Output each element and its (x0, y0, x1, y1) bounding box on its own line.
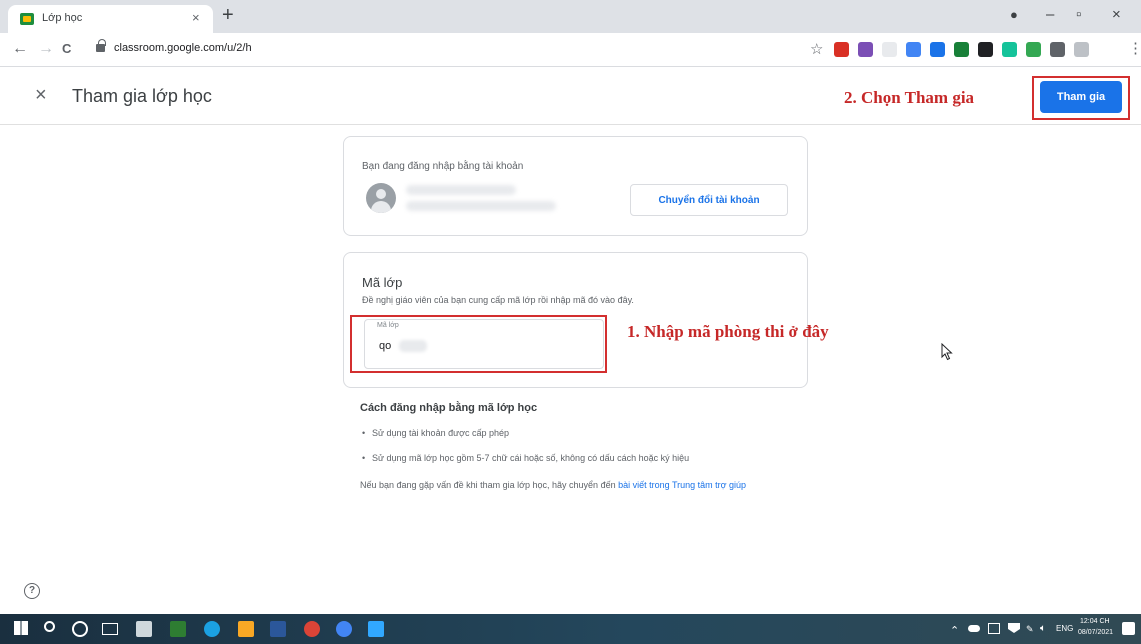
close-icon[interactable]: × (35, 85, 47, 105)
clock-time[interactable]: 12:04 CH (1080, 618, 1110, 625)
cortana-icon[interactable] (72, 621, 88, 637)
language-indicator[interactable]: ENG (1056, 624, 1073, 633)
windows-start-icon[interactable] (14, 621, 28, 635)
new-tab-icon[interactable]: + (222, 4, 234, 26)
paint-extension-icon[interactable] (954, 41, 969, 57)
browser-tab[interactable]: Lớp học × (8, 5, 213, 33)
word-icon[interactable] (270, 621, 286, 637)
profile-avatar-icon[interactable] (1074, 41, 1089, 57)
page-header: × Tham gia lớp học 2. Chọn Tham gia Tham… (0, 67, 1141, 125)
gift-extension-icon[interactable] (834, 41, 849, 57)
profile-icon[interactable]: ● (1010, 6, 1018, 24)
classroom-favicon-icon (20, 13, 34, 25)
switch-account-button[interactable]: Chuyển đổi tài khoản (630, 184, 788, 216)
clock-date[interactable]: 08/07/2021 (1078, 629, 1113, 636)
annotation-step-1: 1. Nhập mã phòng thi ở đây (627, 322, 829, 341)
windows-taskbar: ⌃ ✎ 🔈︎ ENG 12:04 CH 08/07/2021 (0, 614, 1141, 644)
join-button[interactable]: Tham gia (1040, 81, 1122, 113)
back-icon[interactable]: ← (12, 41, 28, 57)
grammarly-extension-icon[interactable] (1002, 41, 1017, 57)
minimize-icon[interactable]: – (1046, 6, 1054, 24)
pen-tray-icon[interactable]: ✎ (1026, 624, 1034, 635)
search-icon[interactable] (44, 621, 55, 632)
network-icon[interactable] (1008, 623, 1020, 633)
tray-app-icon[interactable] (988, 623, 1000, 634)
dot-extension-icon[interactable] (906, 41, 921, 57)
annotation-step-2: 2. Chọn Tham gia (844, 88, 975, 107)
tab-close-icon[interactable]: × (192, 10, 200, 25)
task-view-icon[interactable] (102, 623, 118, 635)
monitor-app-icon[interactable] (136, 621, 152, 637)
chrome-icon[interactable] (304, 621, 320, 637)
extensions-bar (834, 40, 1089, 58)
photoshop-icon[interactable] (368, 621, 384, 637)
help-item: Sử dụng tài khoản được cấp phép (360, 426, 790, 441)
avatar-icon (366, 183, 396, 213)
redacted-account-email (406, 201, 556, 211)
help-note: Nếu bạn đang gặp vấn đề khi tham gia lớp… (360, 478, 780, 493)
class-code-description: Đề nghị giáo viên của bạn cung cấp mã lớ… (362, 295, 634, 305)
help-heading: Cách đăng nhập bằng mã lớp học (360, 402, 538, 414)
tab-title: Lớp học (42, 12, 83, 24)
url-text[interactable]: classroom.google.com/u/2/h (114, 42, 252, 54)
blank-extension-icon[interactable] (882, 41, 897, 57)
help-note-text: Nếu bạn đang gặp vấn đề khi tham gia lớp… (360, 480, 619, 490)
file-explorer-icon[interactable] (238, 621, 254, 637)
account-card: Bạn đang đăng nhập bằng tài khoản Chuyển… (343, 136, 808, 236)
browser-tab-strip: Lớp học × + ● – ▫ × (0, 0, 1141, 33)
files-app-icon[interactable] (170, 621, 186, 637)
lock-icon[interactable] (96, 39, 106, 52)
signed-in-label: Bạn đang đăng nhập bằng tài khoản (362, 161, 524, 172)
asterisk-extension-icon[interactable] (1026, 41, 1041, 57)
volume-icon[interactable]: 🔈︎ (1040, 623, 1046, 634)
annotation-highlight-box-1 (350, 315, 607, 373)
puzzle-extension-icon[interactable] (858, 41, 873, 57)
tray-chevron-icon[interactable]: ⌃ (950, 624, 959, 637)
extensions-puzzle-icon[interactable] (1050, 41, 1065, 57)
window-close-icon[interactable]: × (1112, 6, 1121, 24)
browser-menu-icon[interactable]: ⋮ (1128, 39, 1141, 57)
screen: Lớp học × + ● – ▫ × ← → C classroom.goog… (0, 0, 1141, 644)
help-item: Sử dụng mã lớp học gồm 5-7 chữ cái hoặc … (360, 451, 770, 466)
help-center-link[interactable]: bài viết trong Trung tâm trợ giúp (618, 480, 746, 490)
forward-icon[interactable]: → (38, 41, 54, 57)
docs-extension-icon[interactable] (930, 41, 945, 57)
bookmark-star-icon[interactable]: ☆ (810, 40, 823, 58)
page-title: Tham gia lớp học (72, 86, 212, 106)
class-code-heading: Mã lớp (362, 275, 403, 290)
reload-icon[interactable]: C (62, 41, 71, 57)
help-icon[interactable]: ? (24, 583, 40, 599)
redacted-account-name (406, 185, 516, 195)
address-bar[interactable]: classroom.google.com/u/2/h (96, 38, 816, 62)
onedrive-icon[interactable] (968, 625, 980, 632)
chrome-profile-icon[interactable] (336, 621, 352, 637)
maximize-icon[interactable]: ▫ (1076, 6, 1081, 24)
notification-icon[interactable] (1122, 622, 1135, 635)
pen-extension-icon[interactable] (978, 41, 993, 57)
mouse-cursor-icon (941, 342, 953, 366)
help-section: Cách đăng nhập bằng mã lớp học Sử dụng t… (360, 402, 790, 493)
edge-icon[interactable] (204, 621, 220, 637)
